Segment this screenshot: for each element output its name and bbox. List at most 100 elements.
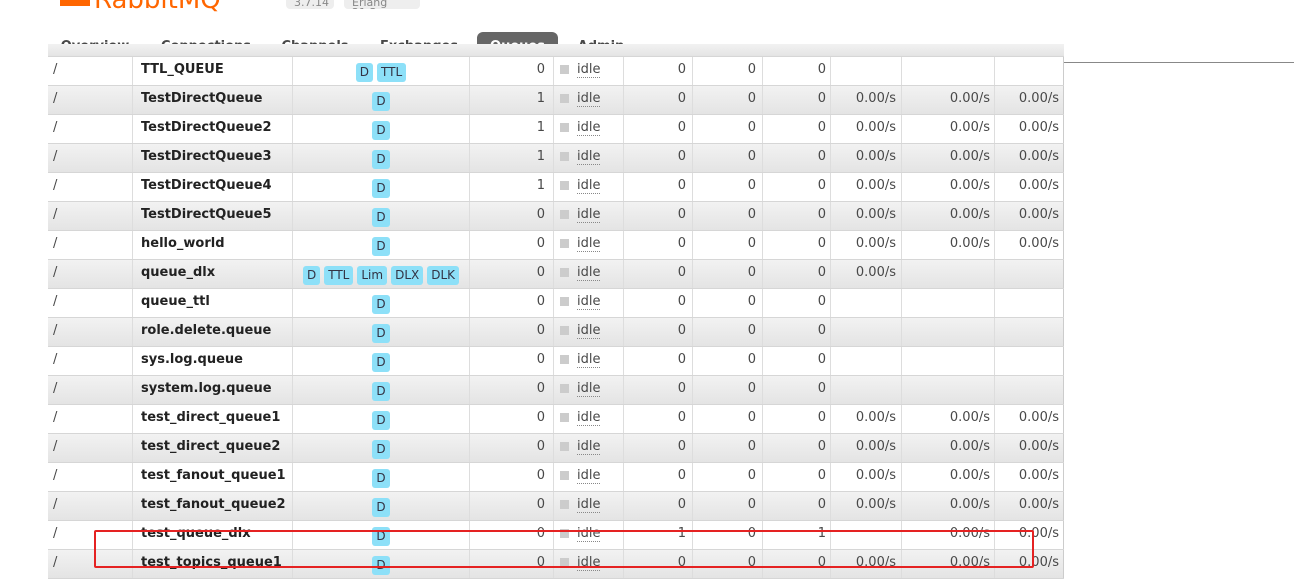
queue-ready-count: 0 bbox=[624, 463, 693, 491]
table-row[interactable]: / system.log.queue D 0 idle 0 0 0 bbox=[48, 376, 1064, 405]
queue-consumers: 0 bbox=[470, 202, 554, 230]
queue-name-link[interactable]: test_fanout_queue1 bbox=[133, 463, 293, 491]
feature-badge: D bbox=[372, 498, 390, 517]
queue-name-link[interactable]: TestDirectQueue bbox=[133, 86, 293, 114]
queue-ack-rate: 0.00/s bbox=[995, 492, 1064, 520]
feature-badge: D bbox=[372, 121, 390, 140]
state-label: idle bbox=[577, 468, 601, 484]
queue-total-count: 0 bbox=[763, 115, 831, 143]
state-label: idle bbox=[577, 91, 601, 107]
feature-badge: D bbox=[372, 179, 390, 198]
rabbit-version-badge: 3.7.14 bbox=[286, 0, 334, 9]
state-indicator-icon bbox=[560, 65, 569, 74]
queue-total-count: 0 bbox=[763, 260, 831, 288]
table-row[interactable]: / TestDirectQueue D 1 idle 0 0 0 0.00/s 0.00/s 0.0… bbox=[48, 86, 1064, 115]
queue-features: D bbox=[293, 521, 470, 549]
queue-features: D bbox=[293, 492, 470, 520]
queue-features: D bbox=[293, 376, 470, 404]
queue-deliver-rate: 0.00/s bbox=[902, 434, 995, 462]
state-label: idle bbox=[577, 410, 601, 426]
feature-badge: DLX bbox=[391, 266, 424, 285]
queue-name-link[interactable]: test_direct_queue2 bbox=[133, 434, 293, 462]
table-row[interactable]: / queue_ttl D 0 idle 0 0 0 bbox=[48, 289, 1064, 318]
queue-name-link[interactable]: queue_dlx bbox=[133, 260, 293, 288]
table-row[interactable]: / sys.log.queue D 0 idle 0 0 0 bbox=[48, 347, 1064, 376]
feature-badge: TTL bbox=[324, 266, 354, 285]
table-row[interactable]: / hello_world D 0 idle 0 0 0 0.00/s 0.00/s 0.00/s bbox=[48, 231, 1064, 260]
table-row[interactable]: / test_topics_queue1 D 0 idle 0 0 0 0.00/s 0.00/s… bbox=[48, 550, 1064, 579]
queue-unacked-count: 0 bbox=[693, 115, 763, 143]
queue-incoming-rate: 0.00/s bbox=[831, 434, 902, 462]
queue-ack-rate: 0.00/s bbox=[995, 173, 1064, 201]
queue-total-count: 0 bbox=[763, 289, 831, 317]
queue-ack-rate: 0.00/s bbox=[995, 405, 1064, 433]
table-row[interactable]: / TestDirectQueue5 D 0 idle 0 0 0 0.00/s 0.00/s 0.… bbox=[48, 202, 1064, 231]
table-row[interactable]: / TTL_QUEUE D TTL 0 idle 0 0 0 bbox=[48, 57, 1064, 86]
queue-name-link[interactable]: test_fanout_queue2 bbox=[133, 492, 293, 520]
queue-consumers: 0 bbox=[470, 434, 554, 462]
table-row[interactable]: / test_direct_queue2 D 0 idle 0 0 0 0.00/s 0.00/s… bbox=[48, 434, 1064, 463]
state-label: idle bbox=[577, 178, 601, 194]
logo-text: RabbitMQ bbox=[94, 0, 221, 15]
queue-name-link[interactable]: TestDirectQueue5 bbox=[133, 202, 293, 230]
feature-badge: DLK bbox=[427, 266, 460, 285]
state-label: idle bbox=[577, 236, 601, 252]
queue-name-link[interactable]: hello_world bbox=[133, 231, 293, 259]
queue-incoming-rate: 0.00/s bbox=[831, 231, 902, 259]
queue-total-count: 0 bbox=[763, 550, 831, 578]
table-row[interactable]: / TestDirectQueue4 D 1 idle 0 0 0 0.00/s 0.00/s 0.… bbox=[48, 173, 1064, 202]
table-row[interactable]: / test_fanout_queue1 D 0 idle 0 0 0 0.00/s 0.00/s… bbox=[48, 463, 1064, 492]
queue-unacked-count: 0 bbox=[693, 463, 763, 491]
queue-name-link[interactable]: TestDirectQueue3 bbox=[133, 144, 293, 172]
feature-badge: D bbox=[372, 556, 390, 575]
queue-total-count: 0 bbox=[763, 405, 831, 433]
queue-name-link[interactable]: test_queue_dlx bbox=[133, 521, 293, 549]
queue-ready-count: 0 bbox=[624, 86, 693, 114]
queue-consumers: 0 bbox=[470, 318, 554, 346]
queue-features: D bbox=[293, 347, 470, 375]
queue-ack-rate bbox=[995, 376, 1064, 404]
queue-incoming-rate: 0.00/s bbox=[831, 115, 902, 143]
state-label: idle bbox=[577, 439, 601, 455]
queue-incoming-rate: 0.00/s bbox=[831, 86, 902, 114]
queue-features: D bbox=[293, 202, 470, 230]
queue-name-link[interactable]: role.delete.queue bbox=[133, 318, 293, 346]
feature-badge: D bbox=[372, 382, 390, 401]
queue-ready-count: 0 bbox=[624, 550, 693, 578]
state-indicator-icon bbox=[560, 94, 569, 103]
queue-vhost: / bbox=[48, 405, 133, 433]
queue-name-link[interactable]: TestDirectQueue2 bbox=[133, 115, 293, 143]
queue-ack-rate: 0.00/s bbox=[995, 202, 1064, 230]
queue-unacked-count: 0 bbox=[693, 144, 763, 172]
queue-unacked-count: 0 bbox=[693, 260, 763, 288]
table-row[interactable]: / test_queue_dlx D 0 idle 1 0 1 0.00/s 0.00/s bbox=[48, 521, 1064, 550]
table-row[interactable]: / test_fanout_queue2 D 0 idle 0 0 0 0.00/s 0.00/s… bbox=[48, 492, 1064, 521]
state-indicator-icon bbox=[560, 152, 569, 161]
queue-consumers: 0 bbox=[470, 231, 554, 259]
queue-name-link[interactable]: TTL_QUEUE bbox=[133, 57, 293, 85]
table-row[interactable]: / test_direct_queue1 D 0 idle 0 0 0 0.00/s 0.00/s… bbox=[48, 405, 1064, 434]
queue-ready-count: 0 bbox=[624, 405, 693, 433]
queue-name-link[interactable]: TestDirectQueue4 bbox=[133, 173, 293, 201]
queue-unacked-count: 0 bbox=[693, 492, 763, 520]
queue-name-link[interactable]: test_direct_queue1 bbox=[133, 405, 293, 433]
queue-consumers: 0 bbox=[470, 492, 554, 520]
table-row[interactable]: / TestDirectQueue3 D 1 idle 0 0 0 0.00/s 0.00/s 0.… bbox=[48, 144, 1064, 173]
queue-total-count: 0 bbox=[763, 202, 831, 230]
table-row[interactable]: / queue_dlx D TTL Lim DLX DLK 0 idle 0 0 0 0.00/s bbox=[48, 260, 1064, 289]
queue-name-link[interactable]: system.log.queue bbox=[133, 376, 293, 404]
queue-total-count: 0 bbox=[763, 57, 831, 85]
queue-deliver-rate bbox=[902, 376, 995, 404]
table-row[interactable]: / role.delete.queue D 0 idle 0 0 0 bbox=[48, 318, 1064, 347]
queue-incoming-rate bbox=[831, 289, 902, 317]
queue-ack-rate bbox=[995, 289, 1064, 317]
queue-name-link[interactable]: sys.log.queue bbox=[133, 347, 293, 375]
queue-name-link[interactable]: queue_ttl bbox=[133, 289, 293, 317]
state-indicator-icon bbox=[560, 471, 569, 480]
queue-features: D bbox=[293, 550, 470, 578]
table-row[interactable]: / TestDirectQueue2 D 1 idle 0 0 0 0.00/s 0.00/s 0.… bbox=[48, 115, 1064, 144]
queue-ack-rate: 0.00/s bbox=[995, 115, 1064, 143]
state-label: idle bbox=[577, 555, 601, 571]
queue-incoming-rate bbox=[831, 57, 902, 85]
queue-name-link[interactable]: test_topics_queue1 bbox=[133, 550, 293, 578]
